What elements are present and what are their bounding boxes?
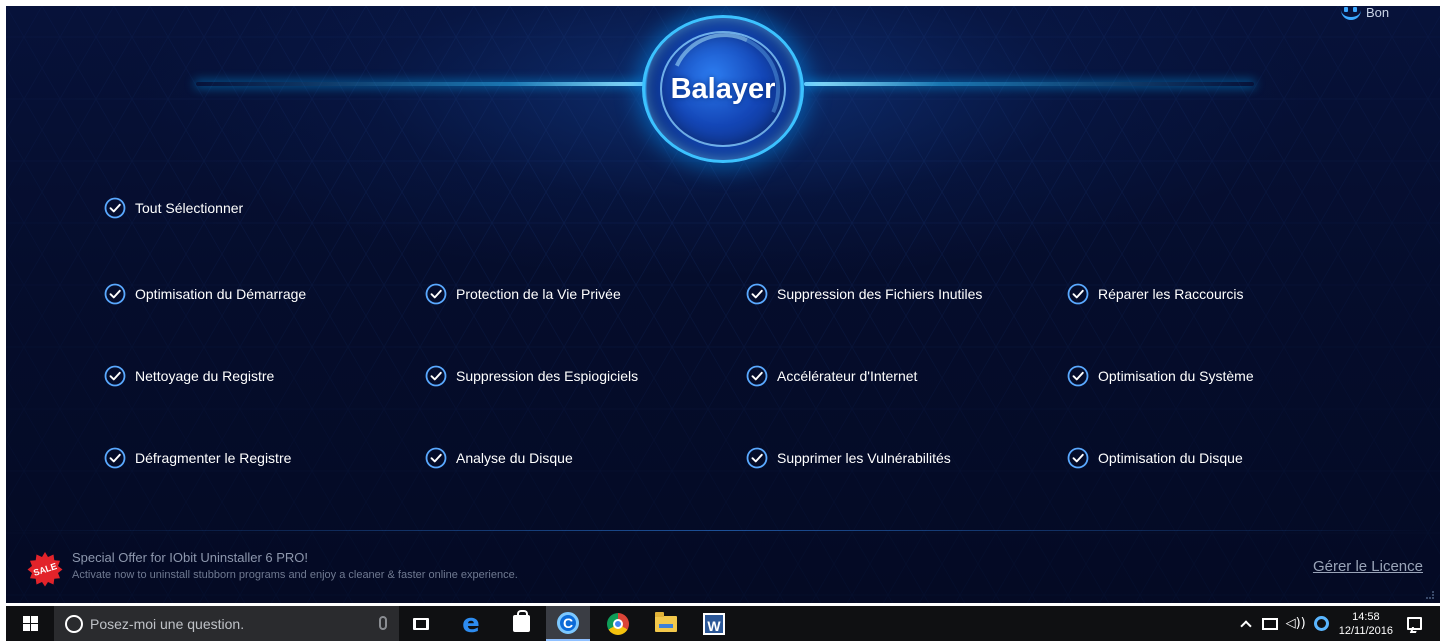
option-checkbox[interactable]: Optimisation du Disque [1067,447,1243,469]
cortana-search-box[interactable]: Posez-moi une question. [54,606,399,641]
clock-time: 14:58 [1352,610,1380,623]
option-label: Supprimer les Vulnérabilités [777,450,951,466]
status-indicator: Bon [1338,6,1389,26]
option-label: Analyse du Disque [456,450,573,466]
option-label: Suppression des Espiogiciels [456,368,639,384]
check-circle-icon [1067,283,1089,305]
option-checkbox[interactable]: Suppression des Espiogiciels [425,365,638,387]
option-label: Suppression des Fichiers Inutiles [777,286,983,302]
option-label: Protection de la Vie Privée [456,286,621,302]
windows-logo-icon [22,616,38,631]
option-checkbox[interactable]: Supprimer les Vulnérabilités [746,447,951,469]
resize-grip[interactable] [1426,591,1434,599]
start-button[interactable] [6,606,54,641]
check-circle-icon [104,365,126,387]
check-circle-icon [746,365,768,387]
taskbar: Posez-moi une question. e C W ◁)) 14:58 … [6,606,1440,641]
advanced-systemcare-tray-icon[interactable] [1313,616,1329,631]
volume-icon[interactable]: ◁)) [1286,616,1306,631]
option-checkbox[interactable]: Réparer les Raccourcis [1067,283,1244,305]
option-checkbox[interactable]: Défragmenter le Registre [104,447,291,469]
option-checkbox[interactable]: Nettoyage du Registre [104,365,274,387]
edge-icon: e [462,608,480,639]
light-beam-right [804,82,1254,86]
smiley-icon [1338,6,1364,24]
option-label: Optimisation du Démarrage [135,286,307,302]
check-circle-icon [1067,365,1089,387]
option-label: Optimisation du Système [1098,368,1254,384]
option-label: Défragmenter le Registre [135,450,292,466]
task-view-icon [413,617,429,630]
edge-button[interactable]: e [451,606,491,641]
check-circle-icon [746,283,768,305]
offer-title[interactable]: Special Offer for IObit Uninstaller 6 PR… [72,550,308,565]
file-explorer-button[interactable] [646,606,686,641]
scan-button[interactable]: Balayer [642,15,804,163]
option-checkbox[interactable]: Optimisation du Système [1067,365,1254,387]
system-tray: ◁)) 14:58 12/11/2016 [1239,606,1440,641]
advanced-systemcare-button[interactable]: C [546,606,590,641]
action-center-icon[interactable] [1407,617,1422,630]
sale-badge-icon[interactable]: SALE [27,551,63,587]
cortana-icon [65,614,83,633]
check-circle-icon [425,365,447,387]
clock-date: 12/11/2016 [1338,624,1393,637]
offer-subtitle: Activate now to uninstall stubborn progr… [72,569,518,581]
light-beam-left [196,82,646,86]
option-checkbox[interactable]: Optimisation du Démarrage [104,283,306,305]
footer-divider [6,530,1440,531]
option-label: Réparer les Raccourcis [1098,286,1244,302]
store-icon [512,610,530,632]
select-all-label: Tout Sélectionner [135,200,244,216]
app-window: Balayer Bon Tout Sélectionner Optimisati… [6,6,1440,603]
option-label: Accélérateur d'Internet [777,368,918,384]
check-circle-icon [104,447,126,469]
store-button[interactable] [501,606,541,641]
check-circle-icon [425,447,447,469]
scan-button-label: Balayer [670,73,776,105]
chevron-up-icon[interactable] [1239,620,1252,632]
chrome-icon [607,612,629,635]
select-all-checkbox[interactable]: Tout Sélectionner [104,197,243,219]
task-view-button[interactable] [406,606,436,641]
word-icon: W [703,612,725,635]
option-label: Nettoyage du Registre [135,368,275,384]
microphone-icon[interactable] [379,616,387,630]
option-checkbox[interactable]: Accélérateur d'Internet [746,365,917,387]
chrome-button[interactable] [598,606,638,641]
check-circle-icon [746,447,768,469]
network-icon[interactable] [1261,617,1278,630]
check-circle-icon [425,283,447,305]
file-explorer-icon [655,611,677,632]
status-label: Bon [1366,6,1390,20]
option-label: Optimisation du Disque [1098,450,1243,466]
word-button[interactable]: W [694,606,734,641]
advanced-systemcare-icon: C [557,611,579,634]
check-circle-icon [104,197,126,219]
check-circle-icon [1067,447,1089,469]
option-checkbox[interactable]: Analyse du Disque [425,447,573,469]
option-checkbox[interactable]: Suppression des Fichiers Inutiles [746,283,982,305]
option-checkbox[interactable]: Protection de la Vie Privée [425,283,621,305]
check-circle-icon [104,283,126,305]
search-placeholder: Posez-moi une question. [90,615,245,632]
manage-license-link[interactable]: Gérer le Licence [1313,558,1423,575]
clock[interactable]: 14:58 12/11/2016 [1339,610,1393,638]
